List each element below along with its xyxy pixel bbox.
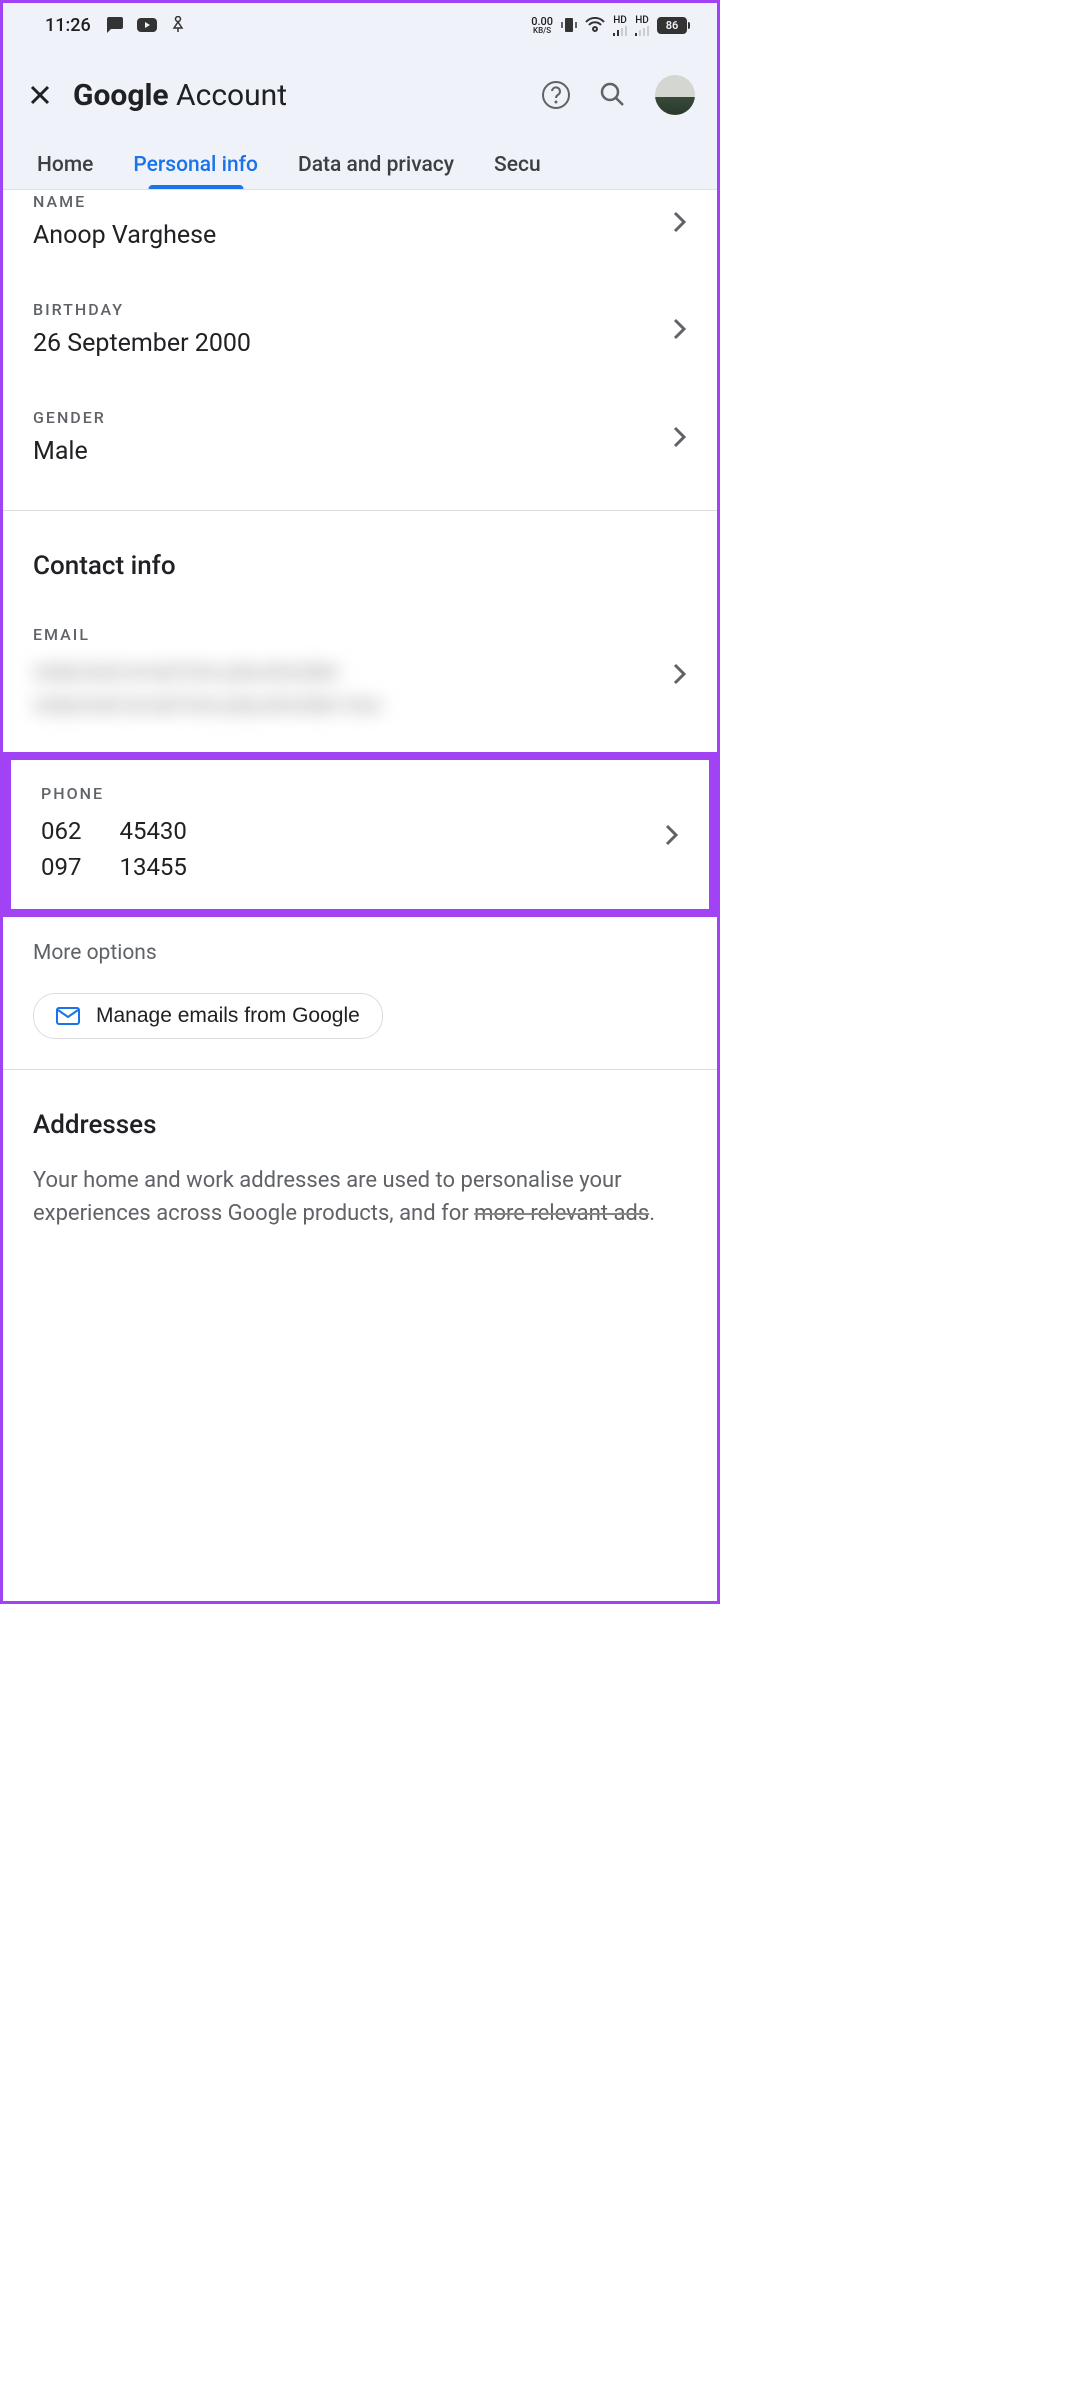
app-header: Google Account	[3, 47, 717, 119]
chevron-right-icon	[663, 318, 687, 340]
tabs: Home Personal info Data and privacy Secu	[3, 119, 717, 190]
contact-info-section: Contact info EMAIL redacted-email-line-p…	[3, 511, 717, 1070]
basic-info-section: NAME Anoop Varghese BIRTHDAY 26 Septembe…	[3, 190, 717, 511]
signal-2: HD	[635, 15, 649, 36]
chevron-right-icon	[663, 211, 687, 233]
avatar[interactable]	[655, 75, 695, 115]
youtube-icon	[137, 18, 157, 32]
status-bar: 11:26 0.00 KB/S HD HD 86	[3, 3, 717, 47]
tab-data-privacy[interactable]: Data and privacy	[278, 143, 474, 189]
chevron-right-icon	[663, 663, 687, 685]
manage-emails-button[interactable]: Manage emails from Google	[33, 993, 383, 1039]
close-button[interactable]	[25, 80, 55, 110]
chevron-right-icon	[655, 824, 679, 846]
status-time: 11:26	[45, 15, 91, 36]
name-row[interactable]: NAME Anoop Varghese	[33, 194, 687, 268]
phone-label: PHONE	[41, 784, 655, 803]
mail-icon	[56, 1007, 80, 1025]
location-icon	[171, 16, 185, 34]
tab-home[interactable]: Home	[3, 143, 113, 189]
contact-info-title: Contact info	[33, 551, 687, 581]
name-label: NAME	[33, 192, 663, 211]
name-value: Anoop Varghese	[33, 221, 663, 250]
vibrate-icon	[561, 16, 577, 34]
manage-emails-label: Manage emails from Google	[96, 1004, 360, 1028]
signal-1: HD	[613, 15, 627, 36]
search-icon[interactable]	[599, 81, 627, 109]
email-value-redacted: redacted-email-line-placeholder redacted…	[33, 656, 663, 722]
help-icon[interactable]	[541, 80, 571, 110]
page-title: Google Account	[73, 78, 541, 113]
network-speed: 0.00 KB/S	[531, 16, 553, 35]
battery-indicator: 86	[657, 17, 687, 34]
addresses-section: Addresses Your home and work addresses a…	[3, 1070, 717, 1230]
chat-icon	[105, 17, 123, 33]
addresses-description: Your home and work addresses are used to…	[33, 1164, 687, 1230]
gender-value: Male	[33, 437, 663, 466]
addresses-title: Addresses	[33, 1110, 687, 1140]
birthday-row[interactable]: BIRTHDAY 26 September 2000	[33, 268, 687, 376]
birthday-label: BIRTHDAY	[33, 300, 663, 319]
email-label: EMAIL	[33, 625, 663, 644]
chevron-right-icon	[663, 426, 687, 448]
gender-label: GENDER	[33, 408, 663, 427]
tab-security[interactable]: Secu	[474, 143, 561, 189]
birthday-value: 26 September 2000	[33, 329, 663, 358]
tab-personal-info[interactable]: Personal info	[113, 143, 278, 189]
more-options-link[interactable]: More options	[33, 917, 687, 993]
gender-row[interactable]: GENDER Male	[33, 376, 687, 484]
wifi-icon	[585, 17, 605, 33]
email-row[interactable]: EMAIL redacted-email-line-placeholder re…	[33, 605, 687, 752]
phone-row-highlighted[interactable]: PHONE 06245430 09713455	[3, 752, 717, 917]
phone-values: 06245430 09713455	[41, 813, 655, 885]
